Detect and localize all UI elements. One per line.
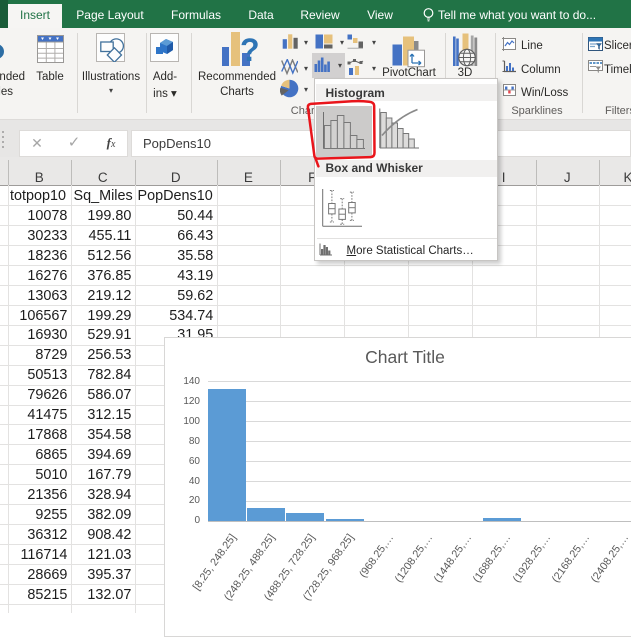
svg-text:?: ? bbox=[240, 32, 259, 67]
